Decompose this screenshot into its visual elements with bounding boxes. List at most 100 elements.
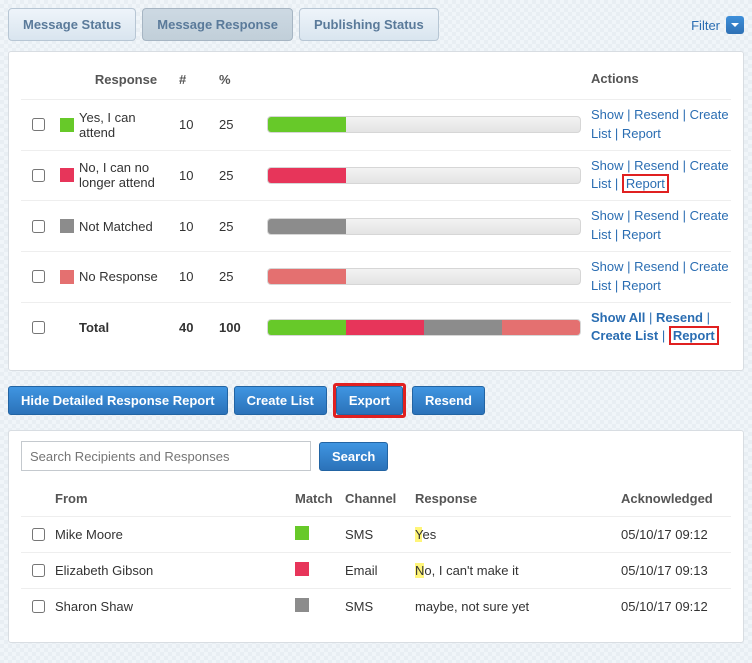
tab-message-status[interactable]: Message Status — [8, 8, 136, 41]
color-swatch — [60, 219, 74, 233]
col-header-response: Response — [415, 491, 621, 506]
detail-from: Mike Moore — [55, 527, 295, 542]
detail-row-checkbox[interactable] — [32, 528, 45, 541]
response-row-noresp: No Response1025Show | Resend | Create Li… — [21, 251, 731, 302]
progress-bar — [267, 116, 581, 133]
row-checkbox[interactable] — [32, 169, 45, 182]
detail-acknowledged: 05/10/17 09:12 — [621, 527, 731, 542]
detail-row: Sharon Shaw SMSmaybe, not sure yet05/10/1… — [21, 588, 731, 624]
response-label: Yes, I can attend — [79, 110, 179, 140]
action-resend[interactable]: Resend — [656, 310, 703, 325]
progress-bar — [267, 167, 581, 184]
action-show[interactable]: Show — [591, 208, 624, 223]
detail-acknowledged: 05/10/17 09:12 — [621, 599, 731, 614]
detail-channel: Email — [345, 563, 415, 578]
action-show[interactable]: Show — [591, 158, 624, 173]
action-report[interactable]: Report — [622, 227, 661, 242]
detail-panel: Search From Match Channel Response Ackno… — [8, 430, 744, 643]
col-header-percent: % — [219, 72, 267, 87]
response-percent: 100 — [219, 320, 267, 335]
response-row-notmatch: Not Matched1025Show | Resend | Create Li… — [21, 200, 731, 251]
response-label: Total — [79, 320, 179, 335]
response-label: No Response — [79, 269, 179, 284]
color-swatch — [60, 270, 74, 284]
response-count: 10 — [179, 269, 219, 284]
detail-response: No, I can't make it — [415, 563, 621, 578]
tab-message-response[interactable]: Message Response — [142, 8, 293, 41]
resend-button[interactable]: Resend — [412, 386, 485, 415]
response-percent: 25 — [219, 117, 267, 132]
color-swatch — [60, 168, 74, 182]
response-row-total: Total40100Show All | Resend | Create Lis… — [21, 302, 731, 353]
response-count: 10 — [179, 168, 219, 183]
response-percent: 25 — [219, 168, 267, 183]
response-percent: 25 — [219, 219, 267, 234]
report-highlight: Report — [669, 326, 719, 345]
chevron-down-icon — [730, 20, 740, 30]
detail-row: Mike Moore SMSYes05/10/17 09:12 — [21, 516, 731, 552]
row-checkbox[interactable] — [32, 321, 45, 334]
action-resend[interactable]: Resend — [634, 158, 679, 173]
detail-row-checkbox[interactable] — [32, 600, 45, 613]
response-count: 40 — [179, 320, 219, 335]
detail-response: Yes — [415, 527, 621, 542]
tab-publishing-status[interactable]: Publishing Status — [299, 8, 439, 41]
action-report[interactable]: Report — [622, 278, 661, 293]
col-header-match: Match — [295, 491, 345, 506]
action-show[interactable]: Show — [591, 107, 624, 122]
col-header-ack: Acknowledged — [621, 491, 731, 506]
filter-label: Filter — [691, 18, 720, 33]
row-checkbox[interactable] — [32, 118, 45, 131]
detail-from: Elizabeth Gibson — [55, 563, 295, 578]
search-input[interactable] — [21, 441, 311, 471]
response-row-no: No, I can no longer attend1025Show | Res… — [21, 150, 731, 201]
detail-acknowledged: 05/10/17 09:13 — [621, 563, 731, 578]
action-report[interactable]: Report — [673, 328, 715, 343]
detail-channel: SMS — [345, 527, 415, 542]
tabs: Message Status Message Response Publishi… — [8, 8, 439, 41]
action-report[interactable]: Report — [626, 176, 665, 191]
action-resend[interactable]: Resend — [634, 107, 679, 122]
col-header-actions: Actions — [591, 70, 731, 89]
response-label: No, I can no longer attend — [79, 160, 179, 190]
create-list-button[interactable]: Create List — [234, 386, 327, 415]
export-button[interactable]: Export — [336, 386, 403, 415]
progress-bar — [267, 218, 581, 235]
action-show-all[interactable]: Show All — [591, 310, 645, 325]
progress-bar — [267, 268, 581, 285]
action-report[interactable]: Report — [622, 126, 661, 141]
search-button[interactable]: Search — [319, 442, 388, 471]
col-header-channel: Channel — [345, 491, 415, 506]
highlight-char: N — [415, 563, 424, 578]
col-header-response: Response — [79, 72, 179, 87]
col-header-count: # — [179, 72, 219, 87]
action-create-list[interactable]: Create List — [591, 328, 658, 343]
match-swatch — [295, 562, 309, 576]
response-count: 10 — [179, 219, 219, 234]
detail-channel: SMS — [345, 599, 415, 614]
detail-row: Elizabeth Gibson EmailNo, I can't make it… — [21, 552, 731, 588]
response-summary-panel: Response # % Actions Yes, I can attend10… — [8, 51, 744, 371]
highlight-char: Y — [415, 527, 422, 542]
response-label: Not Matched — [79, 219, 179, 234]
row-checkbox[interactable] — [32, 270, 45, 283]
progress-bar — [267, 319, 581, 336]
action-resend[interactable]: Resend — [634, 259, 679, 274]
color-swatch — [60, 118, 74, 132]
detail-response: maybe, not sure yet — [415, 599, 621, 614]
response-row-yes: Yes, I can attend1025Show | Resend | Cre… — [21, 99, 731, 150]
report-highlight: Report — [622, 174, 669, 193]
filter-toggle-button[interactable] — [726, 16, 744, 34]
action-resend[interactable]: Resend — [634, 208, 679, 223]
match-swatch — [295, 598, 309, 612]
export-highlight: Export — [333, 383, 406, 418]
detail-row-checkbox[interactable] — [32, 564, 45, 577]
action-show[interactable]: Show — [591, 259, 624, 274]
detail-from: Sharon Shaw — [55, 599, 295, 614]
row-checkbox[interactable] — [32, 220, 45, 233]
response-percent: 25 — [219, 269, 267, 284]
hide-detailed-report-button[interactable]: Hide Detailed Response Report — [8, 386, 228, 415]
col-header-from: From — [55, 491, 295, 506]
response-count: 10 — [179, 117, 219, 132]
match-swatch — [295, 526, 309, 540]
